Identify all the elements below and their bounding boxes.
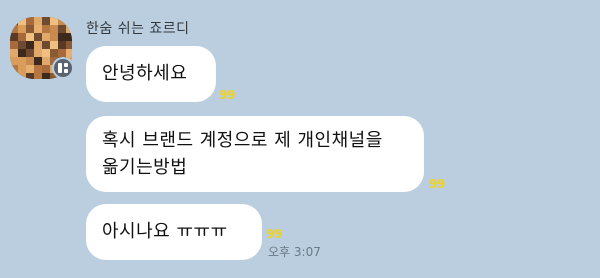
- avatar-pixel: [58, 33, 66, 41]
- avatar-pixel: [34, 57, 42, 65]
- avatar-pixel: [50, 17, 58, 25]
- avatar-pixel: [34, 25, 42, 33]
- message-bubble[interactable]: 아시나요 ㅠㅠㅠ: [86, 204, 262, 260]
- avatar-pixel: [34, 17, 42, 25]
- avatar-pixel: [34, 73, 42, 79]
- avatar-pixel: [66, 25, 72, 33]
- message-text-line: 혹시 브랜드 계정으로 제 개인채널을: [102, 130, 383, 151]
- avatar-pixel: [42, 57, 50, 65]
- sender-name: 한숨 쉬는 죠르디: [86, 21, 190, 37]
- avatar-pixel: [66, 49, 72, 57]
- avatar-pixel: [26, 57, 34, 65]
- avatar-pixel: [10, 49, 18, 57]
- avatar-pixel: [50, 49, 58, 57]
- avatar-pixel: [26, 73, 34, 79]
- avatar-pixel: [10, 33, 18, 41]
- avatar-pixel: [18, 33, 26, 41]
- avatar-pixel: [26, 25, 34, 33]
- avatar-pixel: [18, 41, 26, 49]
- avatar-pixel: [26, 33, 34, 41]
- avatar-pixel: [26, 65, 34, 73]
- message-timestamp: 오후 3:07: [268, 245, 321, 259]
- avatar-pixel: [50, 25, 58, 33]
- avatar-pixel: [10, 57, 18, 65]
- avatar-pixel: [66, 17, 72, 25]
- message-text: 안녕하세요: [102, 63, 188, 84]
- avatar-pixel: [34, 33, 42, 41]
- avatar-pixel: [18, 57, 26, 65]
- avatar-pixel: [42, 49, 50, 57]
- avatar-pixel: [42, 65, 50, 73]
- avatar-pixel: [10, 73, 18, 79]
- avatar-pixel: [42, 33, 50, 41]
- avatar-pixel: [26, 41, 34, 49]
- avatar-pixel: [26, 17, 34, 25]
- avatar-pixel: [10, 17, 18, 25]
- avatar-pixel: [18, 17, 26, 25]
- avatar-pixel: [58, 17, 66, 25]
- avatar-pixel: [34, 65, 42, 73]
- avatar-pixel: [34, 41, 42, 49]
- avatar-pixel: [10, 65, 18, 73]
- avatar-pixel: [42, 25, 50, 33]
- avatar-pixel: [58, 49, 66, 57]
- avatar-pixel: [58, 41, 66, 49]
- avatar-pixel: [18, 73, 26, 79]
- profile-badge-icon: [52, 57, 74, 79]
- avatar-pixel: [10, 41, 18, 49]
- avatar-pixel: [66, 33, 72, 41]
- avatar-pixel: [10, 25, 18, 33]
- avatar-pixel: [18, 49, 26, 57]
- read-marker: 99: [266, 227, 282, 241]
- message-bubble[interactable]: 혹시 브랜드 계정으로 제 개인채널을 옮기는방법: [86, 116, 424, 192]
- message-bubble[interactable]: 안녕하세요: [86, 46, 216, 102]
- read-marker: 99: [219, 88, 235, 102]
- avatar-pixel: [26, 49, 34, 57]
- avatar-pixel: [58, 25, 66, 33]
- avatar-pixel: [18, 25, 26, 33]
- message-text: 아시나요 ㅠㅠㅠ: [102, 221, 228, 242]
- avatar-pixel: [66, 41, 72, 49]
- message-text-line: 옮기는방법: [102, 157, 188, 178]
- avatar-pixel: [34, 49, 42, 57]
- avatar-pixel: [42, 17, 50, 25]
- avatar-pixel: [50, 41, 58, 49]
- read-marker: 99: [429, 177, 445, 191]
- avatar-pixel: [50, 33, 58, 41]
- avatar-pixel: [42, 41, 50, 49]
- avatar-pixel: [18, 65, 26, 73]
- avatar-pixel: [42, 73, 50, 79]
